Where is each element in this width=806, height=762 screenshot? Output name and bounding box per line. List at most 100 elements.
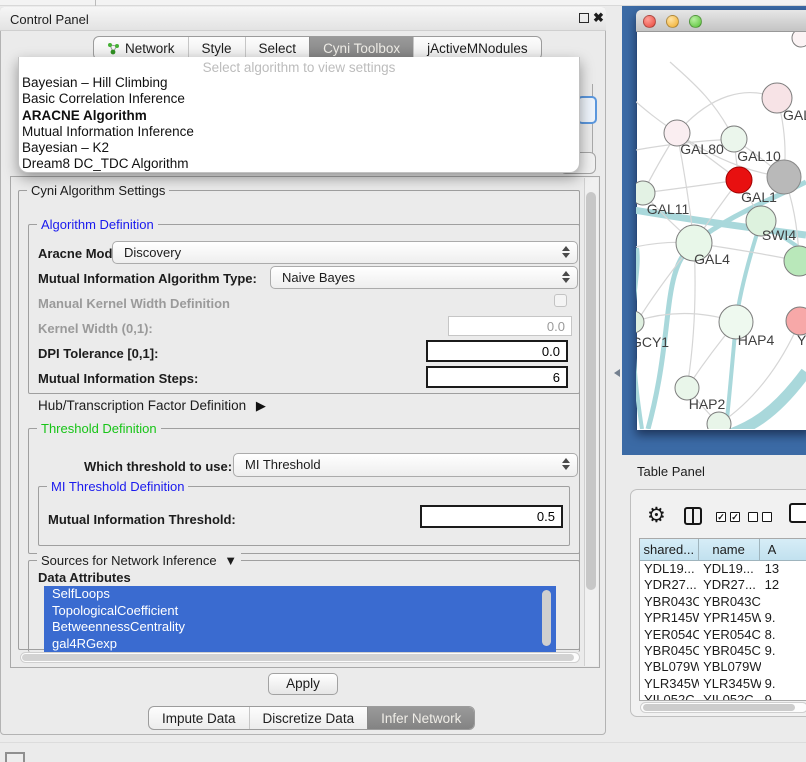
tab-network[interactable]: Network (94, 37, 188, 59)
table-row: YBR045CYBR045C9. (640, 643, 806, 659)
apply-button[interactable]: Apply (268, 673, 338, 695)
manual-kernel-width-label: Manual Kernel Width Definition (38, 296, 230, 311)
table-row: YIL052CYIL052C9. (640, 692, 806, 701)
cyni-algorithm-settings-title: Cyni Algorithm Settings (27, 183, 169, 198)
control-panel-title: Control Panel (10, 12, 89, 27)
dpi-tolerance-field[interactable] (426, 340, 568, 362)
table-row: YPR145WYPR145W9. (640, 610, 806, 626)
algorithm-option[interactable]: Bayesian – K2 (19, 140, 579, 156)
node-label: GAL11 (647, 201, 690, 217)
table-header-row: shared... name A (640, 539, 806, 561)
tab-cyni-toolbox[interactable]: Cyni Toolbox (309, 37, 413, 59)
list-item[interactable]: TopologicalCoefficient (44, 603, 556, 620)
table-row: YDR27...YDR27...12 (640, 577, 806, 593)
algorithm-option-selected[interactable]: ARACNE Algorithm (19, 108, 579, 124)
mi-threshold-label: Mutual Information Threshold: (48, 512, 236, 527)
mi-algorithm-type-combo[interactable]: Naive Bayes (270, 266, 578, 289)
table-row: YBR043CYBR043C (640, 594, 806, 610)
gear-icon[interactable]: ⚙ (647, 503, 666, 528)
algorithm-definition-title: Algorithm Definition (37, 217, 158, 232)
close-traffic-light[interactable] (643, 15, 656, 28)
tab-select[interactable]: Select (245, 37, 310, 59)
aracne-mode-combo[interactable]: Discovery (112, 241, 578, 264)
table-icon[interactable] (789, 503, 806, 523)
close-icon[interactable]: ✖ (593, 10, 604, 26)
column-header[interactable]: A (760, 539, 806, 560)
cyni-bottom-tabbar: Impute Data Discretize Data Infer Networ… (148, 706, 475, 730)
node-table: shared... name A YDL19...YDL19...13 YDR2… (639, 538, 806, 701)
algorithm-combo-stepper[interactable] (577, 96, 597, 124)
mi-threshold-group-title: MI Threshold Definition (47, 479, 188, 494)
table-row: YDL19...YDL19...13 (640, 561, 806, 577)
node-label: SWI4 (762, 227, 796, 243)
node[interactable] (792, 32, 806, 47)
manual-kernel-width-checkbox[interactable] (554, 294, 567, 307)
table-row: YLR345WYLR345W9. (640, 676, 806, 692)
node[interactable] (784, 246, 806, 276)
list-item[interactable]: SelfLoops (44, 586, 556, 603)
algorithm-option[interactable]: Mutual Information Inference (19, 124, 579, 140)
kernel-width-label: Kernel Width (0,1): (38, 321, 153, 336)
tab-style[interactable]: Style (188, 37, 245, 59)
table-horizontal-scrollbar-thumb[interactable] (643, 704, 795, 711)
docked-panel-icon[interactable] (5, 752, 25, 762)
node-label: GCY1 (636, 334, 669, 350)
which-threshold-combo[interactable]: MI Threshold (233, 453, 578, 477)
threshold-definition-title: Threshold Definition (37, 421, 161, 436)
data-attributes-list: SelfLoops TopologicalCoefficient Between… (44, 586, 556, 652)
algorithm-dropdown: Select algorithm to view settings Bayesi… (18, 57, 580, 173)
node-salmon[interactable] (786, 307, 806, 335)
control-panel-titlebar (0, 7, 606, 31)
mi-threshold-field[interactable] (420, 505, 563, 528)
deselect-all-icon[interactable] (748, 512, 758, 522)
hub-definition-toggle[interactable]: Hub/Transcription Factor Definition ▶ (38, 398, 266, 414)
mi-algorithm-type-label: Mutual Information Algorithm Type: (38, 271, 257, 286)
expanded-arrow-icon: ▼ (220, 553, 237, 568)
float-window-icon[interactable] (579, 13, 589, 23)
table-row: YER054CYER054C8. (640, 627, 806, 643)
edges-teal (636, 182, 806, 429)
select-all-icon[interactable]: ✓ (716, 512, 726, 522)
tab-discretize-data[interactable]: Discretize Data (249, 707, 368, 729)
node-label: HAP4 (738, 332, 775, 348)
list-item[interactable]: gal4RGexp (44, 636, 556, 653)
column-header[interactable]: name (699, 539, 760, 560)
table-row: YBL079WYBL079W (640, 659, 806, 675)
node-label: GAL1 (741, 189, 777, 205)
node-label: HAP2 (689, 396, 726, 412)
columns-icon[interactable] (684, 507, 702, 525)
vertical-scrollbar-thumb[interactable] (586, 192, 596, 590)
node-gcy1[interactable] (636, 311, 644, 333)
node-label: GAL10 (737, 148, 781, 164)
divider (0, 742, 806, 743)
top-strip-divider (95, 0, 96, 6)
select-all-icon[interactable]: ✓ (730, 512, 740, 522)
deselect-all-icon[interactable] (762, 512, 772, 522)
list-scrollbar[interactable] (542, 590, 551, 646)
network-icon (107, 42, 120, 55)
kernel-width-field[interactable] (448, 316, 572, 336)
network-window-titlebar[interactable] (636, 10, 806, 32)
algorithm-option[interactable]: Dream8 DC_TDC Algorithm (19, 156, 579, 172)
dropdown-hint: Select algorithm to view settings (19, 60, 579, 75)
horizontal-scrollbar-thumb[interactable] (22, 654, 574, 661)
panel-splitter-arrow[interactable] (614, 369, 620, 377)
sources-group-title[interactable]: Sources for Network Inference ▼ (37, 553, 241, 568)
algorithm-option[interactable]: Bayesian – Hill Climbing (19, 75, 579, 91)
list-item[interactable]: BetweennessCentrality (44, 619, 556, 636)
mi-steps-field[interactable] (426, 366, 568, 388)
data-attributes-label: Data Attributes (38, 570, 131, 585)
zoom-traffic-light[interactable] (689, 15, 702, 28)
collapsed-arrow-icon: ▶ (250, 398, 266, 414)
node-label: GAL (783, 107, 806, 123)
network-canvas[interactable]: GAL GAL80 GAL10 GAL1 GAL11 SWI4 GAL4 GCY… (636, 32, 806, 429)
tab-infer-network[interactable]: Infer Network (367, 707, 474, 729)
node-label: Y (797, 332, 806, 348)
minimize-traffic-light[interactable] (666, 15, 679, 28)
algorithm-option[interactable]: Basic Correlation Inference (19, 91, 579, 107)
combo-stepper-icon (561, 246, 570, 258)
tab-impute-data[interactable]: Impute Data (149, 707, 249, 729)
column-header[interactable]: shared... (640, 539, 699, 560)
tab-jactivemnodules[interactable]: jActiveMNodules (413, 37, 541, 59)
mi-steps-label: Mutual Information Steps: (38, 371, 198, 386)
